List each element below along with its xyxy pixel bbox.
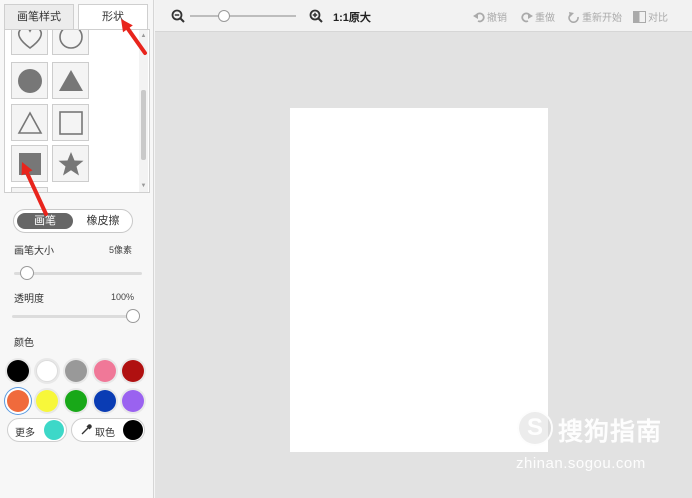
color-swatch[interactable]	[122, 360, 144, 382]
color-label: 颜色	[14, 338, 34, 349]
color-swatch[interactable]	[65, 360, 87, 382]
eraser-mode-button[interactable]: 橡皮擦	[76, 213, 130, 229]
shape-circle-filled[interactable]	[11, 62, 48, 99]
mode-toggle: 画笔 橡皮擦	[13, 209, 133, 233]
brush-size-slider-knob[interactable]	[19, 266, 34, 280]
color-swatch[interactable]	[36, 390, 58, 412]
circle-filled-icon	[17, 68, 42, 93]
original-size-button[interactable]: 1:1原大	[333, 9, 371, 25]
circle-outline-icon	[58, 30, 83, 49]
shape-square-outline[interactable]	[52, 104, 89, 141]
more-colors-button[interactable]: 更多	[7, 418, 67, 442]
tab-brush-style[interactable]: 画笔样式	[4, 4, 74, 30]
heart-outline-icon	[17, 30, 42, 49]
restart-label: 重新开始	[582, 13, 622, 24]
compare-button[interactable]: 对比	[633, 9, 668, 24]
color-picker-button[interactable]: 取色	[71, 418, 145, 442]
undo-button[interactable]: 撤销	[473, 9, 507, 24]
redo-label: 重做	[535, 13, 555, 24]
shape-star[interactable]	[52, 145, 89, 182]
zoom-out-icon[interactable]	[171, 9, 185, 26]
zoom-ratio: 1:1	[333, 12, 349, 24]
color-swatch[interactable]	[36, 360, 58, 382]
watermark-brand: 搜狗指南	[558, 418, 663, 446]
opacity-slider[interactable]	[12, 315, 136, 318]
color-swatch[interactable]	[7, 360, 29, 382]
drawing-canvas[interactable]	[290, 108, 548, 452]
brush-mode-button[interactable]: 画笔	[17, 213, 73, 229]
panel-tabs: 画笔样式 形状	[4, 4, 150, 30]
square-outline-icon	[58, 110, 83, 135]
more-color-preview	[44, 420, 64, 440]
scroll-down-icon[interactable]: ▼	[139, 182, 148, 190]
compare-label: 对比	[648, 13, 668, 24]
more-colors-label: 更多	[15, 428, 35, 439]
toolbar: 1:1原大 撤销 重做 重新开始 对比	[155, 0, 692, 32]
brush-size-value: 5像素	[108, 245, 132, 255]
undo-label: 撤销	[487, 13, 507, 24]
tab-shape[interactable]: 形状	[78, 4, 148, 30]
square-filled-icon	[18, 152, 41, 175]
eyedropper-icon	[80, 423, 93, 439]
shape-triangle-filled[interactable]	[52, 62, 89, 99]
restart-button[interactable]: 重新开始	[568, 9, 622, 24]
shape-list: ▲ ▼	[4, 29, 150, 193]
color-swatch[interactable]	[7, 390, 29, 412]
shape-list-scrollbar[interactable]: ▲ ▼	[139, 30, 148, 192]
zoom-in-icon[interactable]	[309, 9, 323, 26]
shape-circle-outline[interactable]	[52, 30, 89, 55]
compare-icon	[633, 10, 646, 23]
star-filled-icon	[58, 151, 83, 175]
opacity-label: 透明度	[14, 294, 44, 305]
shape-square-filled[interactable]	[11, 145, 48, 182]
color-swatch[interactable]	[94, 360, 116, 382]
picked-color-preview	[123, 420, 143, 440]
sogou-logo-icon: S	[517, 410, 553, 446]
scroll-thumb[interactable]	[141, 90, 146, 160]
zoom-slider-knob[interactable]	[218, 10, 231, 22]
color-swatch[interactable]	[122, 390, 144, 412]
left-panel: 画笔样式 形状 ▲ ▼ 画笔 橡皮擦 画笔大小 5像素 透明度 100% 颜色 …	[0, 0, 154, 498]
opacity-slider-knob[interactable]	[126, 309, 140, 323]
undo-icon	[473, 12, 485, 22]
color-swatch[interactable]	[65, 390, 87, 412]
shape-next-row[interactable]	[11, 187, 48, 192]
opacity-value: 100%	[110, 292, 134, 302]
watermark-url: zhinan.sogou.com	[516, 455, 646, 472]
triangle-outline-icon	[17, 110, 42, 134]
original-size-label: 原大	[348, 12, 371, 24]
redo-icon	[521, 12, 533, 22]
triangle-filled-icon	[58, 69, 83, 91]
color-swatch[interactable]	[94, 390, 116, 412]
redo-button[interactable]: 重做	[521, 9, 555, 24]
color-picker-label: 取色	[95, 428, 115, 439]
brush-size-label: 画笔大小	[14, 246, 54, 257]
zoom-slider[interactable]	[190, 15, 296, 17]
restart-icon	[568, 11, 579, 23]
scroll-up-icon[interactable]: ▲	[139, 32, 148, 40]
shape-heart[interactable]	[11, 30, 48, 55]
shape-triangle-outline[interactable]	[11, 104, 48, 141]
